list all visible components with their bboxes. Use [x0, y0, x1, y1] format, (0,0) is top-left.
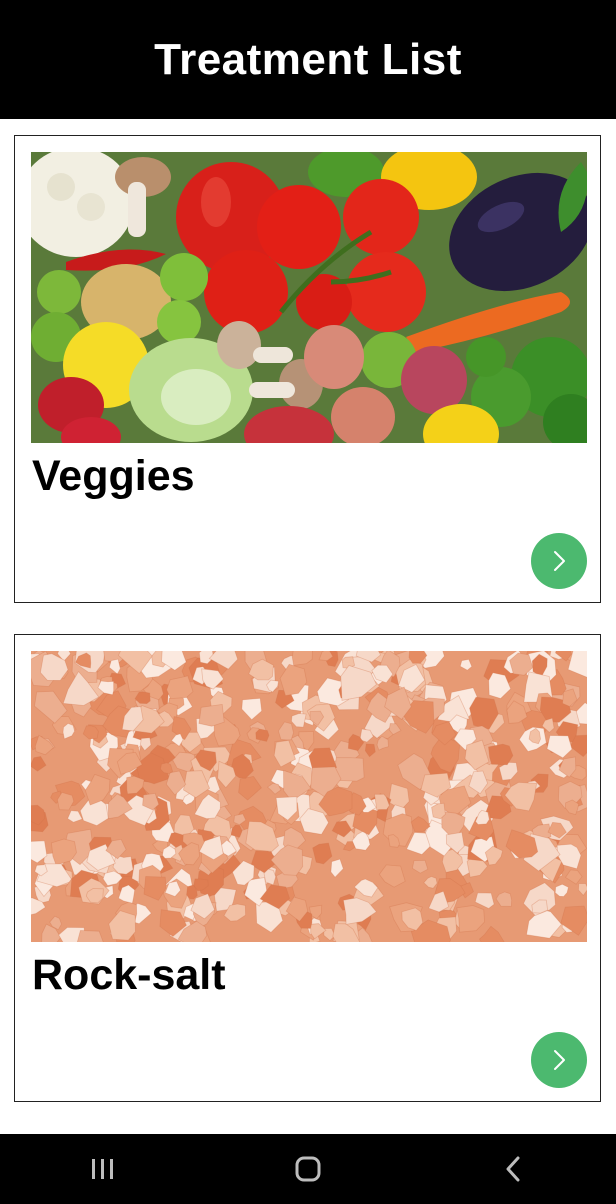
back-icon — [506, 1156, 520, 1182]
rock-salt-photo — [31, 651, 587, 942]
recents-icon — [91, 1159, 113, 1179]
open-veggies-button[interactable] — [531, 533, 587, 589]
rock-salt-image — [31, 651, 587, 942]
recents-button[interactable] — [73, 1139, 133, 1199]
card-title: Veggies — [32, 452, 195, 500]
app-screen: Treatment List Veggies Rock-salt — [0, 0, 616, 1204]
app-header: Treatment List — [0, 0, 616, 119]
page-title: Treatment List — [154, 34, 462, 84]
chevron-right-icon — [554, 1050, 565, 1070]
open-rock-salt-button[interactable] — [531, 1032, 587, 1088]
back-button[interactable] — [483, 1139, 543, 1199]
vegetables-photo — [31, 152, 587, 443]
treatment-card-rock-salt[interactable]: Rock-salt — [14, 634, 601, 1102]
veggies-image — [31, 152, 587, 443]
home-icon — [295, 1156, 321, 1182]
card-title: Rock-salt — [32, 951, 226, 999]
system-navigation-bar — [0, 1134, 616, 1204]
home-button[interactable] — [278, 1139, 338, 1199]
treatment-card-veggies[interactable]: Veggies — [14, 135, 601, 603]
chevron-right-icon — [554, 551, 565, 571]
